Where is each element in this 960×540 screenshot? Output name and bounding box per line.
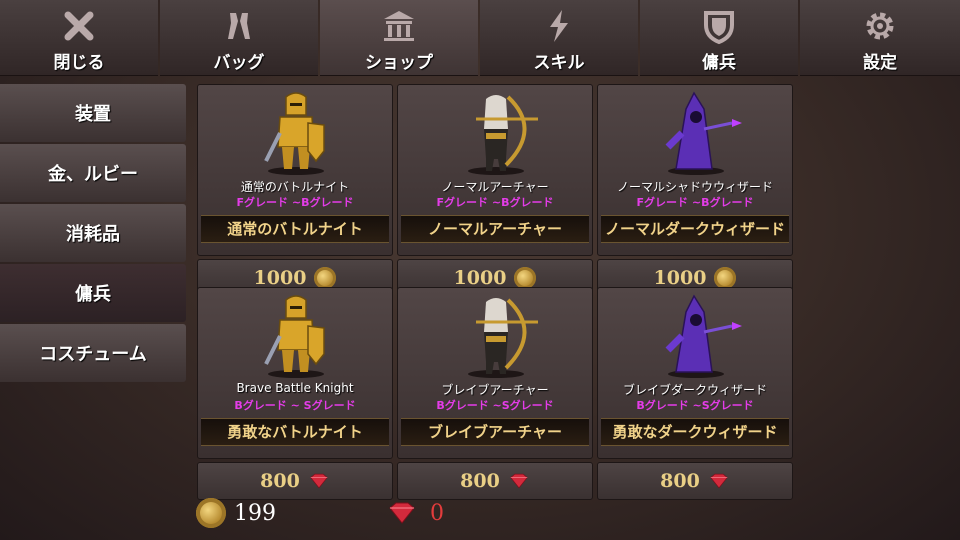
product-card-knight[interactable]: Brave Battle Knight Bグレード ~ Sグレード勇敢なバトルナイ… <box>197 287 393 500</box>
tab-settings[interactable]: 設定 <box>800 0 960 76</box>
product-title: ブレイブアーチャー <box>401 418 589 446</box>
sidebar-item-mercenary[interactable]: 傭兵 <box>0 264 186 322</box>
gear-icon <box>860 6 900 46</box>
product-grade: Fグレード ~Bグレード <box>236 196 354 209</box>
price-amount: 1000 <box>253 267 307 289</box>
product-grade: Fグレード ~Bグレード <box>436 196 554 209</box>
product-subtitle: 通常のバトルナイト <box>240 180 350 194</box>
price-amount: 1000 <box>453 267 507 289</box>
product-card-archer[interactable]: ノーマルアーチャー Fグレード ~Bグレード ノーマルアーチャー 1000 <box>397 84 593 297</box>
product-card-archer[interactable]: ブレイブアーチャー Bグレード ~Sグレード ブレイブアーチャー 800 <box>397 287 593 500</box>
tab-label: 傭兵 <box>702 53 736 73</box>
product-grade: Fグレード ~Bグレード <box>636 196 754 209</box>
product-title: ノーマルダークウィザード <box>601 215 789 243</box>
buy-button[interactable]: 800 <box>197 462 393 500</box>
gold-coin-icon <box>714 267 737 289</box>
archer-portrait-icon <box>398 292 594 382</box>
product-subtitle: ブレイブアーチャー <box>441 383 549 397</box>
gold-coin-icon <box>514 267 537 289</box>
tab-label: スキル <box>533 53 585 73</box>
product-display[interactable]: ノーマルアーチャー Fグレード ~Bグレード ノーマルアーチャー <box>397 84 593 256</box>
shield-icon <box>699 6 739 46</box>
knight-portrait-icon <box>198 89 394 179</box>
product-grade: Bグレード ~Sグレード <box>436 399 554 412</box>
bag-icon <box>219 6 259 46</box>
tab-close[interactable]: 閉じる <box>0 0 158 76</box>
tab-label: 閉じる <box>53 53 105 73</box>
ruby-icon <box>389 502 415 524</box>
ruby-icon <box>310 473 328 489</box>
ruby-icon <box>710 473 728 489</box>
product-card-wizard[interactable]: ブレイブダークウィザード Bグレード ~Sグレード勇敢なダークウィザード 800 <box>597 287 793 500</box>
product-card-knight[interactable]: 通常のバトルナイト Fグレード ~Bグレード 通常のバトルナイト 1000 <box>197 84 393 297</box>
product-display[interactable]: ノーマルシャドウウィザード Fグレード ~Bグレードノーマルダークウィザード <box>597 84 793 256</box>
product-title: 勇敢なダークウィザード <box>601 418 789 446</box>
wizard-portrait-icon <box>598 292 794 382</box>
tab-bag[interactable]: バッグ <box>160 0 318 76</box>
product-subtitle: ノーマルアーチャー <box>441 180 549 194</box>
archer-portrait-icon <box>398 89 594 179</box>
shop-icon <box>379 6 419 46</box>
tab-shop[interactable]: ショップ <box>320 0 478 76</box>
price-amount: 1000 <box>653 267 707 289</box>
price-amount: 800 <box>260 470 300 492</box>
buy-button[interactable]: 800 <box>397 462 593 500</box>
sidebar-item-equipment[interactable]: 装置 <box>0 84 186 142</box>
sidebar-item-consumables[interactable]: 消耗品 <box>0 204 186 262</box>
product-display[interactable]: ブレイブアーチャー Bグレード ~Sグレード ブレイブアーチャー <box>397 287 593 459</box>
gold-coin-icon <box>314 267 337 289</box>
product-subtitle: Brave Battle Knight <box>236 381 354 395</box>
product-subtitle: ノーマルシャドウウィザード <box>616 180 773 194</box>
price-amount: 800 <box>460 470 500 492</box>
tab-label: ショップ <box>365 53 433 73</box>
product-title: 通常のバトルナイト <box>201 215 389 243</box>
skill-icon <box>539 6 579 46</box>
product-title: ノーマルアーチャー <box>401 215 589 243</box>
buy-button[interactable]: 800 <box>597 462 793 500</box>
tab-skill[interactable]: スキル <box>480 0 638 76</box>
sidebar-item-gold-ruby[interactable]: 金、ルビー <box>0 144 186 202</box>
wallet-bar: 199 0 <box>196 496 444 530</box>
wizard-portrait-icon <box>598 89 794 179</box>
tab-label: 設定 <box>863 53 897 73</box>
ruby-amount: 0 <box>430 500 444 526</box>
tab-label: バッグ <box>213 53 265 73</box>
ruby-icon <box>510 473 528 489</box>
product-subtitle: ブレイブダークウィザード <box>622 383 767 397</box>
product-display[interactable]: Brave Battle Knight Bグレード ~ Sグレード勇敢なバトルナイ… <box>197 287 393 459</box>
sidebar-item-costume[interactable]: コスチューム <box>0 324 186 382</box>
category-sidebar: 装置 金、ルビー 消耗品 傭兵 コスチューム <box>0 84 186 384</box>
product-display[interactable]: ブレイブダークウィザード Bグレード ~Sグレード勇敢なダークウィザード <box>597 287 793 459</box>
gold-coin-icon <box>196 498 226 528</box>
product-display[interactable]: 通常のバトルナイト Fグレード ~Bグレード 通常のバトルナイト <box>197 84 393 256</box>
product-grade: Bグレード ~Sグレード <box>636 399 754 412</box>
knight-portrait-icon <box>198 292 394 382</box>
gold-amount: 199 <box>234 500 276 526</box>
ruby-balance: 0 <box>386 501 444 526</box>
product-card-wizard[interactable]: ノーマルシャドウウィザード Fグレード ~Bグレードノーマルダークウィザード 100… <box>597 84 793 297</box>
product-title: 勇敢なバトルナイト <box>201 418 389 446</box>
price-amount: 800 <box>660 470 700 492</box>
close-icon <box>59 6 99 46</box>
tab-mercenary[interactable]: 傭兵 <box>640 0 798 76</box>
product-grade: Bグレード ~ Sグレード <box>234 399 356 412</box>
top-navigation: 閉じる バッグ ショップ スキル 傭兵 設定 <box>0 0 960 78</box>
